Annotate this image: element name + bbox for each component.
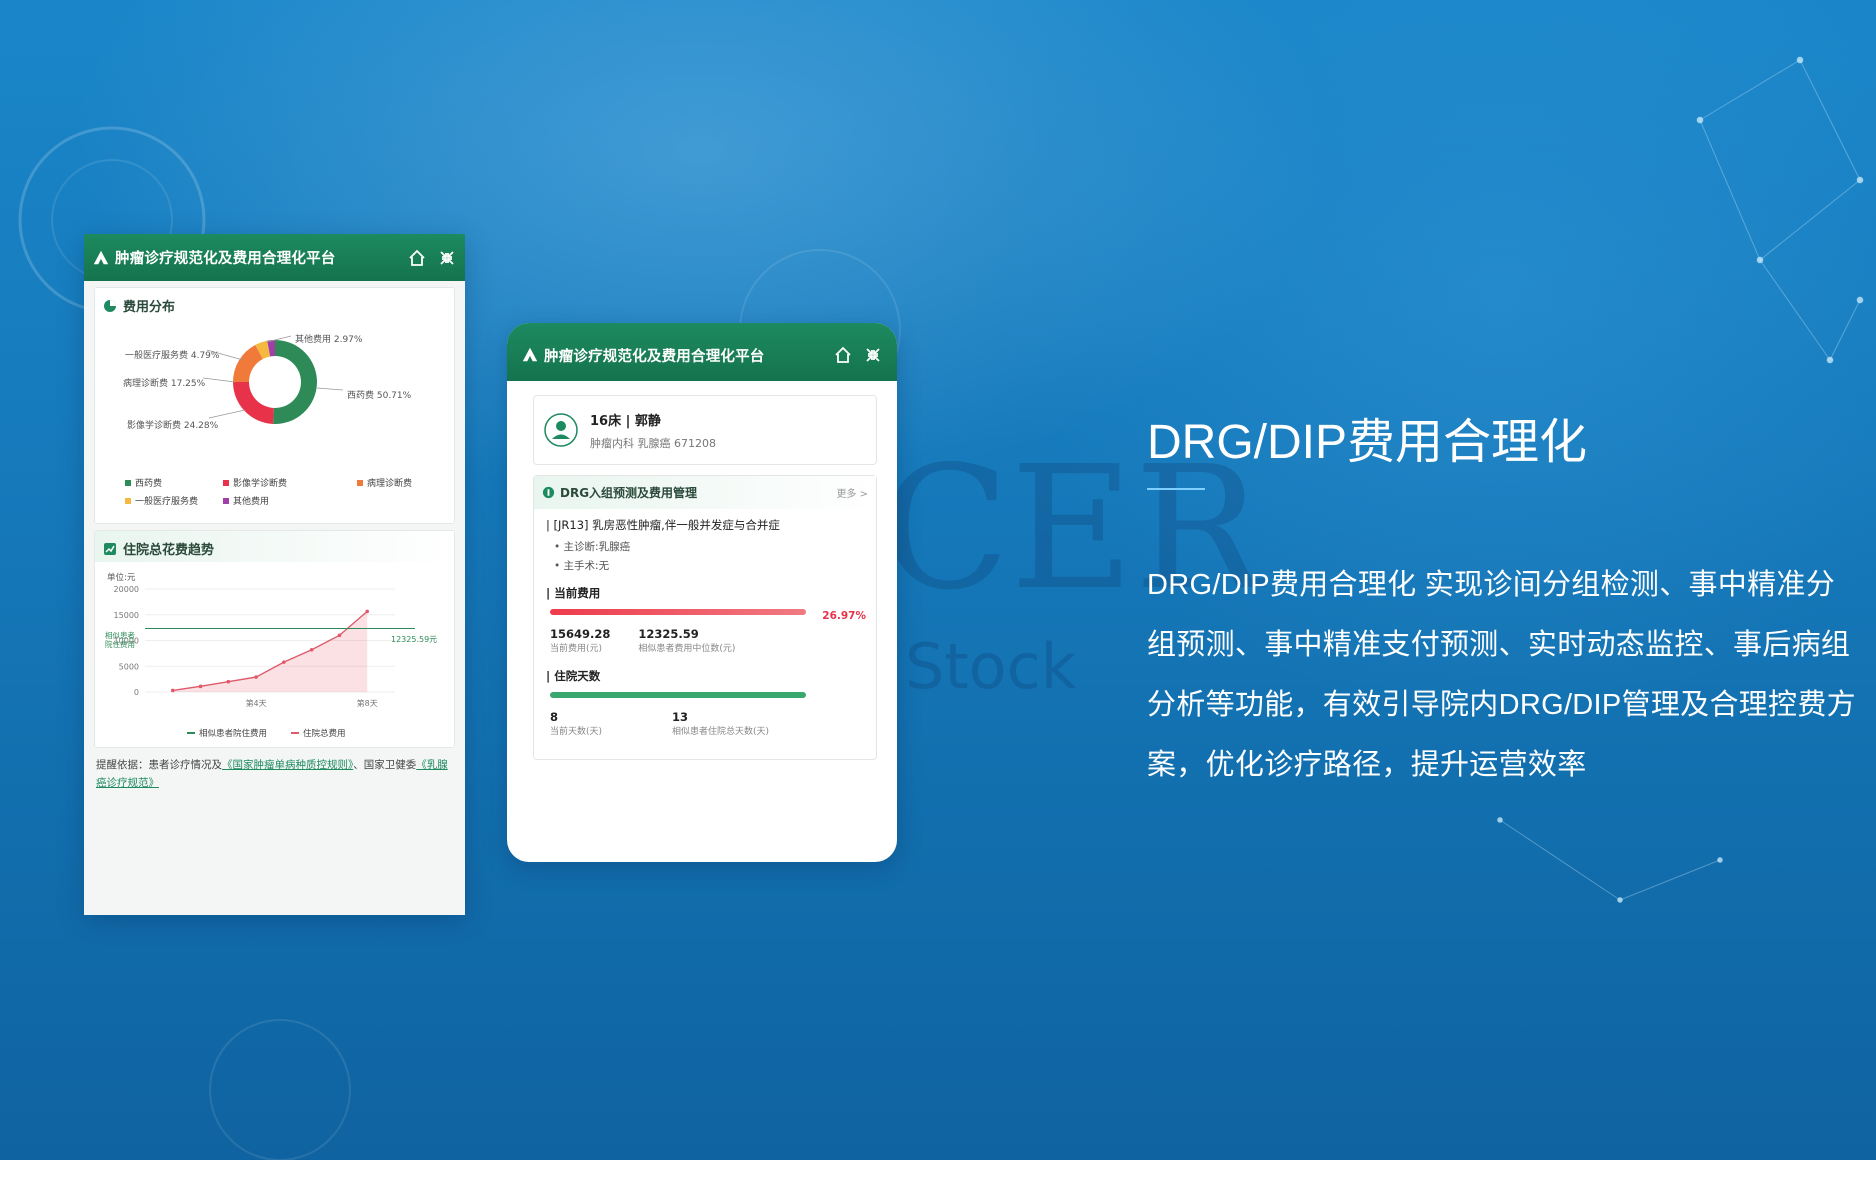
days-progress-bar bbox=[550, 692, 806, 698]
total-cost-point bbox=[337, 633, 342, 638]
patient-card[interactable]: 16床 | 郭静 肿瘤内科 乳腺癌 671208 bbox=[533, 395, 877, 465]
app-logo-icon bbox=[522, 347, 538, 362]
similar-days-caption: 相似患者住院总天数(天) bbox=[672, 727, 770, 737]
app-header: 肿瘤诊疗规范化及费用合理化平台 bbox=[84, 234, 465, 281]
patient-bed-name: 16床 | 郭静 bbox=[590, 413, 661, 429]
drg-card-title: DRG入组预测及费用管理 bbox=[560, 486, 698, 500]
guideline-link-1[interactable]: 《国家肿瘤单病种质控规则》 bbox=[222, 759, 353, 771]
callout-general: 一般医疗服务费 4.79% bbox=[125, 351, 220, 361]
feature-title: DRG/DIP费用合理化 bbox=[1147, 416, 1588, 469]
total-cost-point bbox=[365, 609, 370, 614]
drg-icon bbox=[542, 486, 555, 499]
cost-distribution-header: 费用分布 bbox=[95, 288, 454, 319]
legend-item: 影像学诊断费 bbox=[223, 476, 287, 489]
total-cost-point bbox=[198, 684, 203, 689]
similar-days-value: 13 bbox=[672, 710, 689, 724]
collapse-icon[interactable] bbox=[437, 248, 457, 268]
app-title: 肿瘤诊疗规范化及费用合理化平台 bbox=[544, 348, 765, 365]
app-title: 肿瘤诊疗规范化及费用合理化平台 bbox=[115, 251, 336, 267]
trend-legend-total: 住院总费用 bbox=[291, 727, 346, 739]
trend-chart-icon bbox=[104, 542, 116, 555]
phone-screen-cost-analysis: 肿瘤诊疗规范化及费用合理化平台 费用分布 其他费用 2.97% 一般医疗服务费 … bbox=[84, 234, 465, 915]
legend-item: 病理诊断费 bbox=[357, 476, 412, 489]
drg-group: | [JR13] 乳房恶性肿瘤,伴一般并发症与合并症 bbox=[546, 518, 780, 532]
total-cost-point bbox=[282, 660, 286, 664]
callout-western: 西药费 50.71% bbox=[347, 391, 412, 401]
y-tick-label: 0 bbox=[134, 688, 139, 697]
callout-leader-line bbox=[316, 387, 344, 391]
drg-card-header: DRG入组预测及费用管理 更多 > bbox=[534, 476, 876, 509]
more-link[interactable]: 更多 > bbox=[836, 485, 868, 500]
reference-value-label: 12325.59元 bbox=[391, 635, 438, 644]
phone-screen-drg: 肿瘤诊疗规范化及费用合理化平台 16床 | 郭静 肿瘤内科 乳腺癌 671208… bbox=[507, 323, 897, 862]
callout-other: 其他费用 2.97% bbox=[295, 335, 363, 345]
current-cost-title: | 当前费用 bbox=[546, 586, 601, 600]
donut-slice bbox=[233, 382, 274, 424]
current-days-value: 8 bbox=[550, 710, 559, 724]
app-logo-icon bbox=[93, 250, 109, 264]
donut-slice bbox=[273, 340, 317, 424]
collapse-icon[interactable] bbox=[863, 345, 883, 365]
reference-note: 提醒依据：患者诊疗情况及《国家肿瘤单病种质控规则》、国家卫健委《乳腺癌诊疗规范》 bbox=[96, 759, 448, 789]
cost-progress-bar bbox=[550, 609, 806, 615]
total-cost-point bbox=[226, 679, 231, 684]
hero-background: CER Stock 肿瘤诊疗规范化及费用合理化平台 费用分布 其他费用 2.97… bbox=[0, 0, 1876, 1160]
title-underline bbox=[1147, 488, 1205, 490]
current-cost-caption: 当前费用(元) bbox=[550, 644, 603, 654]
cost-distribution-card: 费用分布 其他费用 2.97% 一般医疗服务费 4.79% 病理诊断费 17.2… bbox=[94, 287, 455, 524]
cost-over-percent: 26.97% bbox=[822, 610, 866, 622]
trend-legend-similar: 相似患者院住费用 bbox=[187, 727, 267, 739]
legend-item: 西药费 bbox=[125, 476, 162, 489]
y-tick-label: 20000 bbox=[114, 585, 139, 594]
callout-leader-line bbox=[202, 377, 236, 383]
reference-line-label: 相似患者 院住费用 bbox=[105, 631, 135, 649]
total-cost-point bbox=[254, 675, 258, 679]
cost-trend-title: 住院总花费趋势 bbox=[123, 543, 215, 558]
current-days-caption: 当前天数(天) bbox=[550, 727, 603, 737]
y-tick-label: 5000 bbox=[119, 662, 139, 671]
callout-imaging: 影像学诊断费 24.28% bbox=[127, 421, 219, 431]
legend-item: 其他费用 bbox=[223, 494, 269, 507]
x-tick-label: 第4天 bbox=[246, 698, 267, 708]
median-cost-caption: 相似患者费用中位数(元) bbox=[638, 644, 736, 654]
callout-pathology: 病理诊断费 17.25% bbox=[123, 379, 206, 389]
stay-days-title: | 住院天数 bbox=[546, 669, 601, 683]
main-diagnosis: • 主诊断:乳腺癌 bbox=[554, 541, 631, 553]
feature-description: DRG/DIP费用合理化 实现诊间分组检测、事中精准分组预测、事中精准支付预测、… bbox=[1147, 569, 1856, 781]
callout-leader-line bbox=[208, 409, 246, 419]
home-icon[interactable] bbox=[833, 345, 853, 365]
cost-trend-chart: 20000150001000050000第4天 第8天 bbox=[114, 585, 415, 708]
background-watermark-sub: Stock bbox=[905, 630, 1077, 703]
cost-trend-header: 住院总花费趋势 bbox=[95, 531, 454, 562]
total-cost-area bbox=[172, 611, 368, 692]
app-header: 肿瘤诊疗规范化及费用合理化平台 bbox=[507, 323, 897, 381]
home-icon[interactable] bbox=[407, 248, 427, 268]
legend-item: 一般医疗服务费 bbox=[125, 494, 198, 507]
patient-avatar-icon bbox=[544, 413, 578, 447]
current-cost-value: 15649.28 bbox=[550, 627, 611, 641]
x-tick-label: 第8天 bbox=[357, 698, 378, 708]
y-tick-label: 15000 bbox=[114, 611, 139, 620]
total-cost-point bbox=[309, 647, 314, 652]
median-cost-value: 12325.59 bbox=[638, 627, 699, 641]
cost-trend-card: 住院总花费趋势 单位:元 20000 15000 10000 5000 0 第4天 第8天 … bbox=[94, 530, 455, 748]
total-cost-point bbox=[170, 688, 175, 693]
pie-chart-icon bbox=[104, 299, 116, 312]
drg-card: DRG入组预测及费用管理 更多 > | [JR13] 乳房恶性肿瘤,伴一般并发症… bbox=[533, 475, 877, 760]
cost-distribution-title: 费用分布 bbox=[123, 300, 176, 315]
patient-meta: 肿瘤内科 乳腺癌 671208 bbox=[590, 436, 716, 450]
main-surgery: • 主手术:无 bbox=[554, 560, 610, 572]
